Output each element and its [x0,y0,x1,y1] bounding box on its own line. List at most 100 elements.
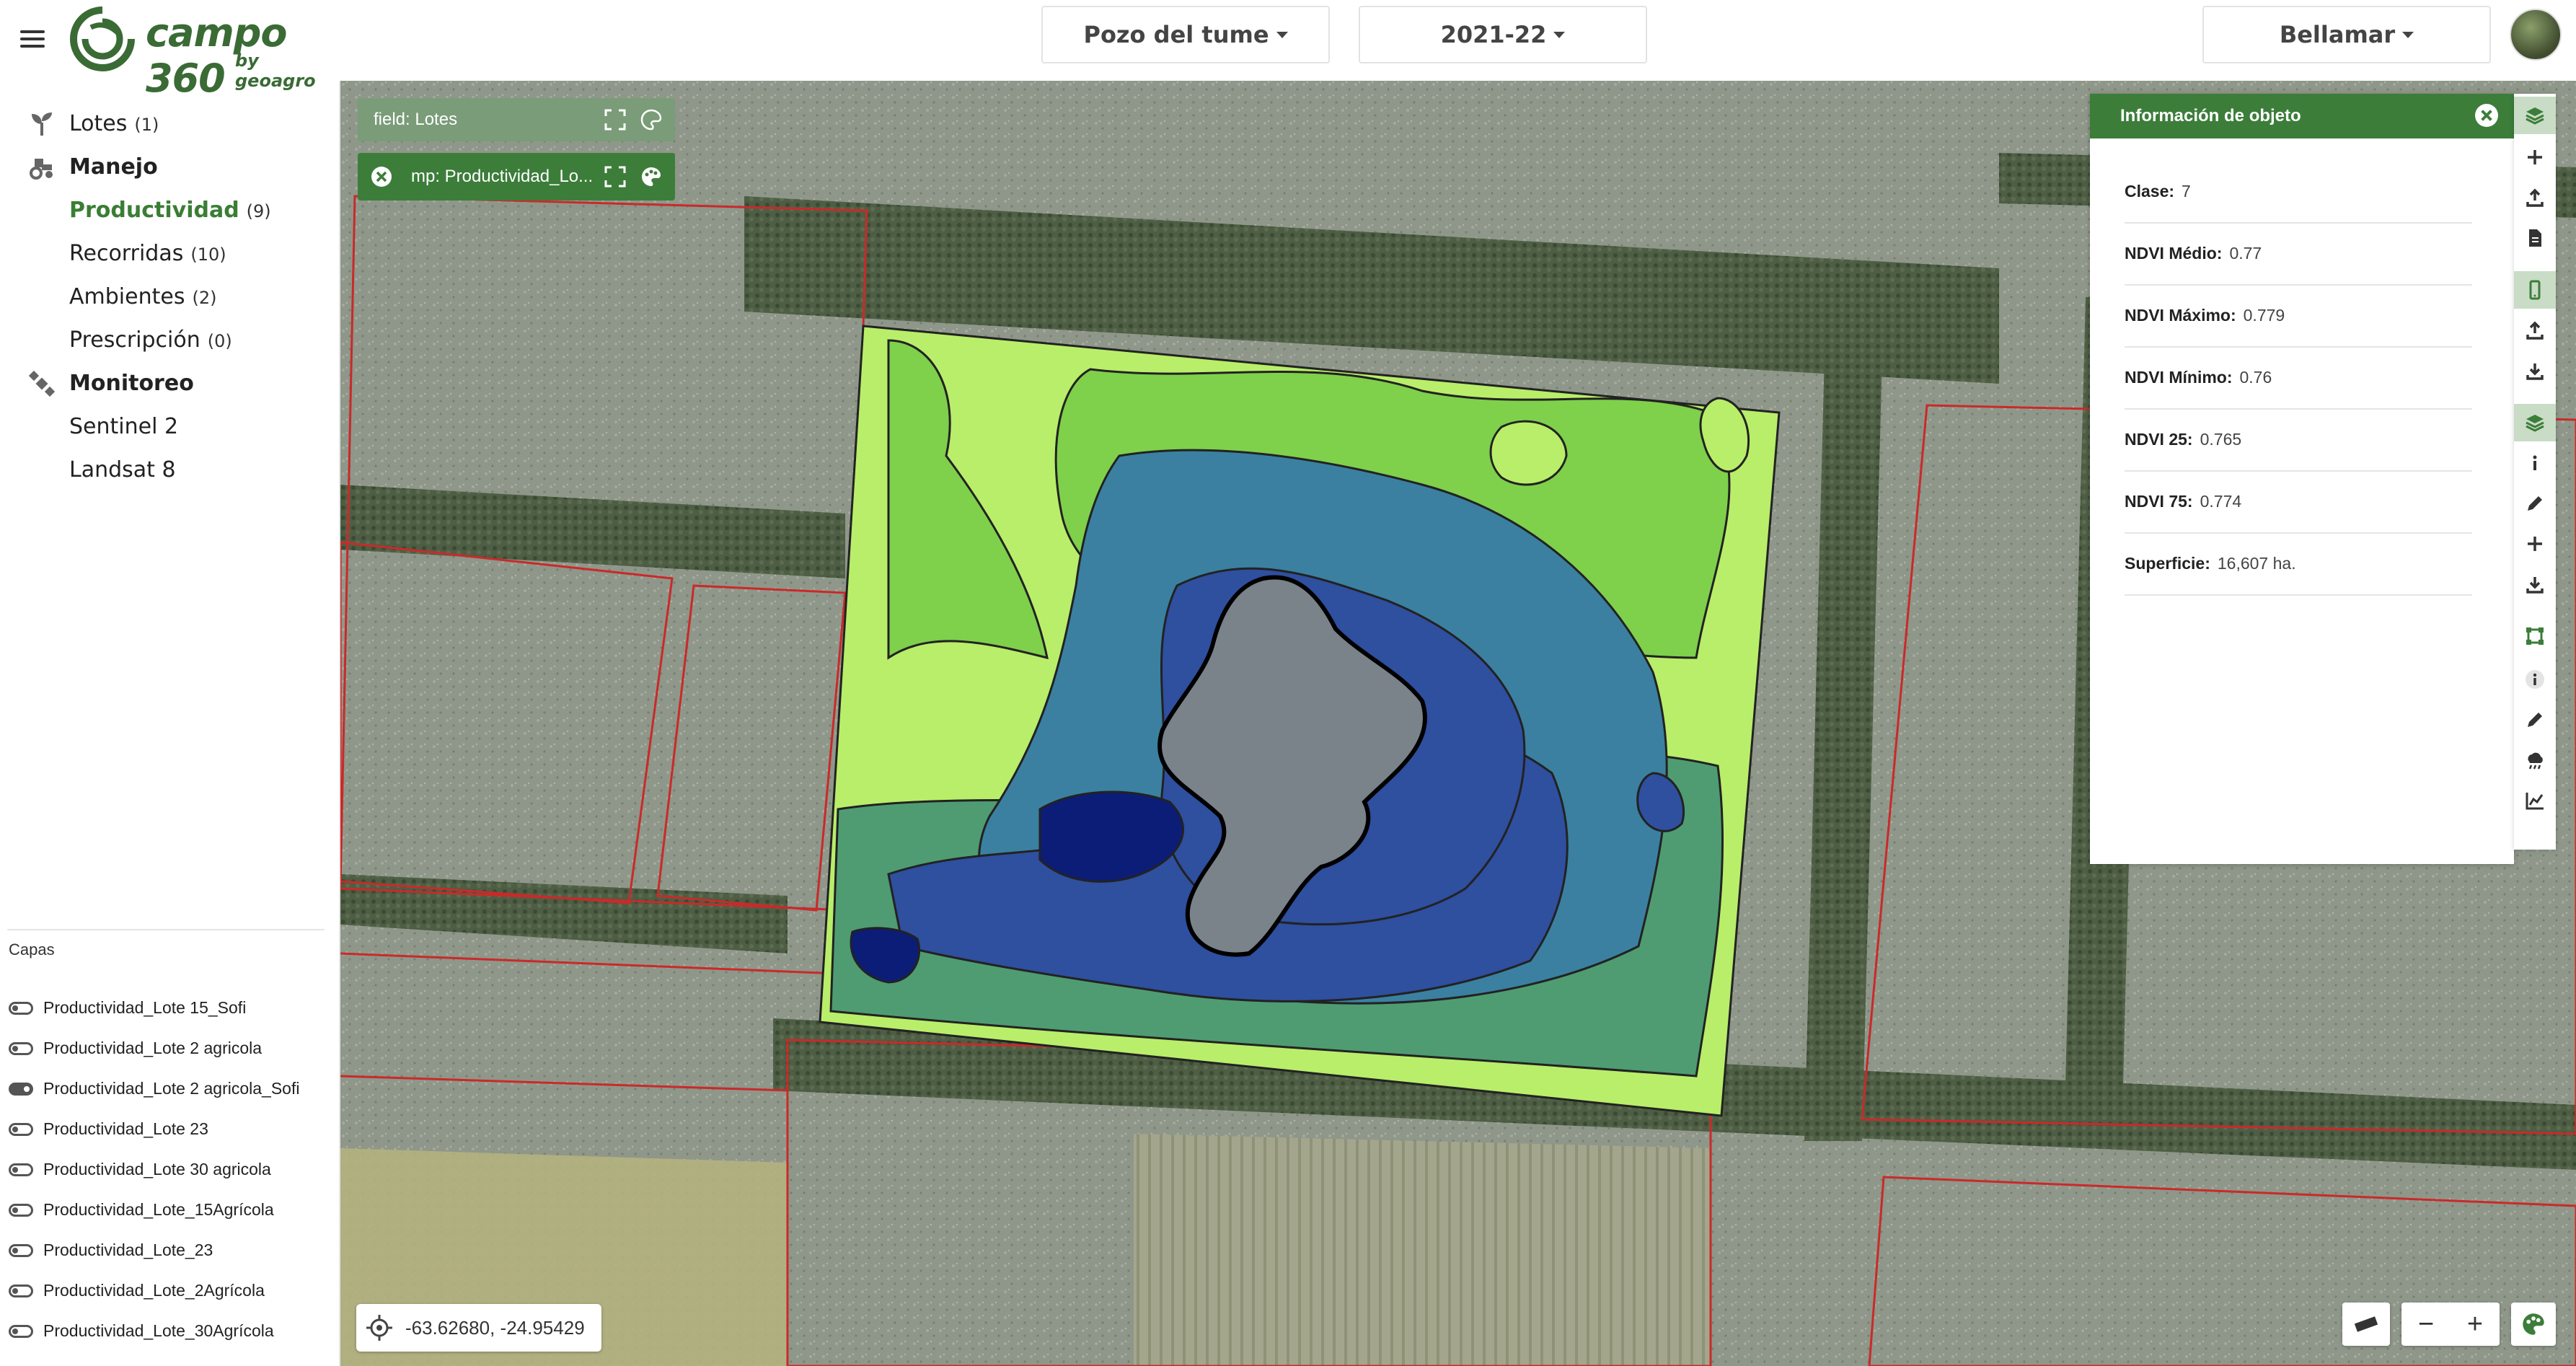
layer-toggle-item[interactable]: Productividad_Lote_2Agrícola [9,1281,265,1300]
info-button[interactable] [2514,444,2556,482]
info-value: 7 [2182,181,2191,201]
sidebar-item-label: Monitoreo [69,371,194,396]
layer-toggle-item[interactable]: Productividad_Lote 23 [9,1119,208,1139]
menu-icon[interactable] [20,26,45,55]
sidebar-item-prescripcion[interactable]: Prescripción (0) [69,327,232,353]
upload-button[interactable] [2514,179,2556,216]
chart-line-icon [2526,793,2544,810]
layer-toggle-item[interactable]: Productividad_Lote_23 [9,1241,213,1260]
toggle-icon[interactable] [9,1203,33,1217]
map-toolbar [2514,94,2556,850]
sidebar-item-count: (1) [134,115,159,135]
chart-button[interactable] [2514,782,2556,819]
toggle-icon[interactable] [9,1041,33,1055]
close-icon[interactable] [371,166,392,188]
info-label: NDVI 75: [2125,491,2193,511]
upload-button[interactable] [2514,312,2556,349]
info-row: Clase: 7 [2125,160,2472,224]
layer-toggle-item[interactable]: Productividad_Lote_30Agrícola [9,1321,274,1341]
ruler-icon [2354,1316,2378,1332]
info-icon [2526,670,2544,689]
field-layer-box[interactable]: field: Lotes [358,98,675,141]
zoom-in-button[interactable]: + [2451,1309,2500,1340]
sidebar-item-label: Productividad [69,198,239,223]
download-icon [2526,363,2544,380]
layer-toggle-item[interactable]: Productividad_Lote_15Agrícola [9,1200,274,1220]
palette-icon[interactable] [640,166,662,188]
toggle-icon[interactable] [9,1163,33,1176]
polygon-button[interactable] [2514,617,2556,655]
edit-button[interactable] [2514,701,2556,739]
sidebar-item-manejo[interactable]: Manejo [69,154,158,180]
sidebar-item-monitoreo[interactable]: Monitoreo [69,371,194,396]
add-button[interactable] [2514,138,2556,176]
download-button[interactable] [2514,352,2556,389]
upload-icon [2526,321,2544,340]
measure-button[interactable] [2342,1303,2390,1346]
sidebar-item-productividad[interactable]: Productividad (9) [69,198,271,223]
layer-name: Productividad_Lote 15_Sofi [43,998,247,1017]
toggle-icon[interactable] [9,1324,33,1338]
sidebar-item-label: Recorridas [69,241,184,266]
document-button[interactable] [2514,219,2556,257]
sidebar-item-count: (2) [192,288,217,308]
info-label: NDVI 25: [2125,429,2193,449]
layer-toggle-item[interactable]: Productividad_Lote 2 agricola [9,1039,262,1058]
palette-icon[interactable] [640,109,662,131]
download-button[interactable] [2514,565,2556,603]
fullscreen-icon[interactable] [604,109,626,131]
zoom-out-button[interactable]: − [2401,1309,2451,1340]
layer-name: Productividad_Lote_15Agrícola [43,1200,274,1219]
field-selector[interactable]: Pozo del tume [1041,6,1330,63]
account-selector-label: Bellamar [2279,21,2396,48]
polygon-icon [2526,627,2544,645]
layers-button[interactable] [2514,97,2556,134]
palette-button[interactable] [2511,1303,2556,1346]
info-label: NDVI Médio: [2125,243,2223,263]
sidebar-item-lotes[interactable]: Lotes (1) [69,111,159,136]
plus-icon [2528,537,2542,551]
sidebar: Lotes (1) Manejo Productividad (9) Recorri… [0,81,340,1366]
productivity-map[interactable] [819,325,1781,1117]
avatar[interactable] [2510,9,2562,61]
toggle-icon[interactable] [9,1122,33,1136]
season-selector-label: 2021-22 [1440,21,1547,48]
sidebar-item-label: Manejo [69,154,158,180]
edit-button[interactable] [2514,485,2556,522]
info-button-active[interactable] [2514,661,2556,698]
close-icon[interactable] [2475,104,2498,127]
layer-name: Productividad_Lote 2 agricola_Sofi [43,1079,300,1098]
toggle-icon[interactable] [9,1243,33,1257]
sprout-icon [32,113,52,136]
layer-toggle-item[interactable]: Productividad_Lote 2 agricola_Sofi [9,1079,299,1098]
layers-button[interactable] [2514,404,2556,441]
layer-name: Productividad_Lote 23 [43,1119,208,1138]
sidebar-item-sentinel[interactable]: Sentinel 2 [69,414,178,439]
capas-title: Capas [9,940,55,959]
fullscreen-icon[interactable] [604,166,626,188]
layer-toggle-item[interactable]: Productividad_Lote 15_Sofi [9,998,246,1018]
info-label: Clase: [2125,181,2175,201]
mp-layer-box[interactable]: mp: Productividad_Lo... [358,153,675,201]
satellite-icon [29,371,55,397]
layer-name: Productividad_Lote 2 agricola [43,1039,263,1057]
info-row: NDVI Máximo: 0.779 [2125,284,2472,348]
toggle-icon[interactable] [9,1001,33,1015]
account-selector[interactable]: Bellamar [2202,6,2491,63]
device-button[interactable] [2514,271,2556,309]
zone-class-7[interactable] [1489,420,1568,486]
chevron-down-icon [1553,31,1566,38]
toggle-icon[interactable] [9,1082,33,1096]
add-button[interactable] [2514,525,2556,563]
season-selector[interactable]: 2021-22 [1359,6,1647,63]
sidebar-item-label: Sentinel 2 [69,414,179,439]
layer-toggle-item[interactable]: Productividad_Lote 30 agricola [9,1160,271,1179]
weather-button[interactable] [2514,741,2556,779]
sidebar-item-ambientes[interactable]: Ambientes (2) [69,284,216,309]
sidebar-item-landsat[interactable]: Landsat 8 [69,457,176,482]
coordinates-readout: -63.62680, -24.95429 [356,1304,601,1352]
crosshair-icon[interactable] [366,1315,392,1341]
plus-icon [2528,150,2542,164]
toggle-icon[interactable] [9,1284,33,1297]
sidebar-item-recorridas[interactable]: Recorridas (10) [69,241,226,266]
